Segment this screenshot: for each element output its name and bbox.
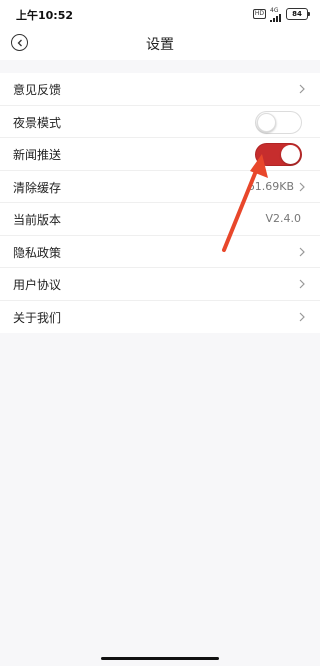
- settings-item-label: 关于我们: [13, 310, 62, 325]
- settings-item-label: 意见反馈: [13, 83, 62, 97]
- toggle-knob: [257, 112, 276, 132]
- settings-item-night-mode: 夜景模式: [0, 106, 320, 138]
- network-type-label: 4G: [270, 6, 279, 14]
- settings-item-label: 隐私政策: [13, 245, 62, 260]
- chevron-right-icon: [299, 247, 305, 256]
- signal-bars-icon: [270, 13, 281, 22]
- settings-item-label: 新闻推送: [13, 148, 62, 162]
- settings-item-about-us[interactable]: 关于我们: [0, 301, 320, 334]
- settings-item-user-agreement[interactable]: 用户协议: [0, 268, 320, 301]
- annotation-arrow-icon: [222, 154, 268, 252]
- chevron-right-icon: [299, 182, 305, 191]
- battery-level: 84: [292, 10, 302, 18]
- settings-item-feedback[interactable]: 意见反馈: [0, 73, 320, 106]
- settings-item-label: 当前版本: [13, 213, 62, 227]
- battery-icon: 84: [286, 8, 310, 20]
- settings-item-label: 清除缓存: [13, 180, 62, 195]
- status-bar: 上午10:52 HD 4G 84: [0, 0, 320, 28]
- signal-icon: 4G: [270, 7, 282, 22]
- status-icons: HD 4G 84: [252, 6, 310, 22]
- home-indicator[interactable]: [101, 657, 219, 660]
- chevron-right-icon: [299, 279, 305, 289]
- page-title: 设置: [146, 37, 174, 53]
- chevron-right-icon: [299, 312, 305, 321]
- toggle-knob: [281, 145, 300, 164]
- settings-item-label: 夜景模式: [13, 115, 62, 130]
- nav-header: 设置: [0, 28, 320, 60]
- hd-icon: HD: [252, 9, 266, 19]
- chevron-right-icon: [299, 84, 305, 94]
- settings-item-label: 用户协议: [13, 278, 62, 292]
- status-time: 上午10:52: [16, 9, 74, 22]
- night-mode-toggle[interactable]: [255, 110, 302, 134]
